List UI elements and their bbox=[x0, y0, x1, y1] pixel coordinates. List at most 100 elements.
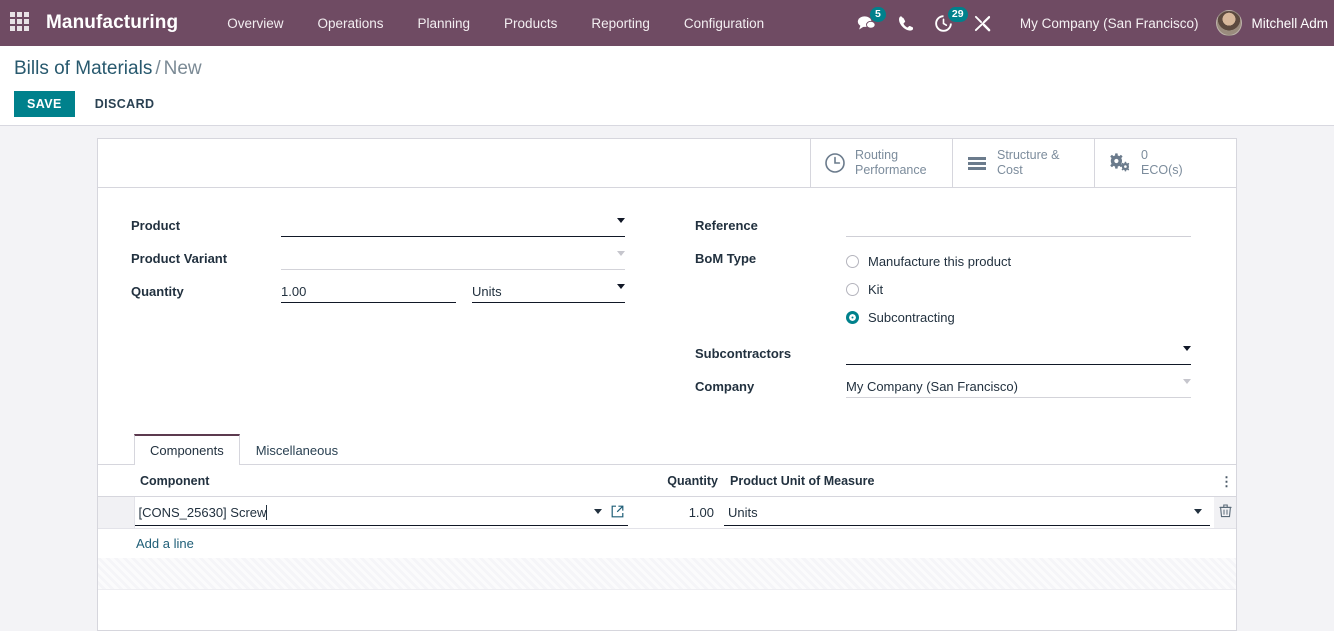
subcontractors-input[interactable] bbox=[846, 342, 1191, 365]
vertical-dots-icon: ⋮ bbox=[1220, 476, 1230, 487]
component-value: [CONS_25630] Screw bbox=[139, 505, 267, 520]
save-button[interactable]: SAVE bbox=[14, 91, 75, 117]
field-quantity-label: Quantity bbox=[131, 280, 281, 299]
product-input[interactable] bbox=[281, 214, 625, 237]
chevron-down-icon[interactable] bbox=[617, 251, 625, 256]
stat-button-routing-performance[interactable]: Routing Performance bbox=[810, 139, 952, 187]
row-drag-handle[interactable] bbox=[98, 497, 134, 529]
user-name: Mitchell Adm bbox=[1251, 16, 1328, 31]
chevron-down-icon[interactable] bbox=[617, 284, 625, 289]
uom-input[interactable]: Units bbox=[724, 500, 1210, 526]
table-header-row: Component Quantity Product Unit of Measu… bbox=[98, 465, 1236, 497]
avatar bbox=[1216, 10, 1242, 36]
radio-subcontracting[interactable]: Subcontracting bbox=[846, 303, 1191, 331]
tab-miscellaneous[interactable]: Miscellaneous bbox=[240, 434, 354, 465]
wrench-screwdriver-icon bbox=[974, 15, 991, 32]
company-switcher[interactable]: My Company (San Francisco) bbox=[1002, 16, 1213, 31]
breadcrumb: Bills of Materials/New bbox=[14, 56, 1334, 82]
chevron-down-icon[interactable] bbox=[1183, 346, 1191, 351]
cell-uom[interactable]: Units bbox=[724, 497, 1214, 529]
menu-item-configuration[interactable]: Configuration bbox=[667, 10, 781, 37]
breadcrumb-root[interactable]: Bills of Materials bbox=[14, 58, 152, 79]
radio-label: Kit bbox=[868, 282, 883, 297]
stat-button-routing-performance-label: Routing Performance bbox=[855, 148, 927, 178]
field-subcontractors-label: Subcontractors bbox=[695, 342, 846, 361]
stat-button-ecos-label: 0 ECO(s) bbox=[1141, 148, 1183, 178]
components-table: Component Quantity Product Unit of Measu… bbox=[98, 465, 1236, 529]
table-row[interactable]: [CONS_25630] Screw bbox=[98, 497, 1236, 529]
clock-icon bbox=[824, 152, 846, 174]
trash-icon bbox=[1219, 504, 1232, 518]
control-panel: Bills of Materials/New SAVE DISCARD bbox=[0, 46, 1334, 126]
form-sheet: Routing Performance Structure & Cost bbox=[97, 138, 1237, 631]
field-quantity: Quantity 1.00 Units bbox=[131, 280, 667, 308]
discard-button[interactable]: DISCARD bbox=[83, 91, 167, 117]
radio-kit[interactable]: Kit bbox=[846, 275, 1191, 303]
activities-button[interactable]: 29 bbox=[924, 0, 963, 46]
empty-row-band bbox=[98, 558, 1236, 590]
menu-item-products[interactable]: Products bbox=[487, 10, 574, 37]
bars-icon bbox=[966, 152, 988, 174]
user-menu[interactable]: Mitchell Adm bbox=[1212, 10, 1328, 36]
breadcrumb-separator: / bbox=[155, 58, 160, 79]
chevron-down-icon[interactable] bbox=[594, 509, 602, 514]
company-value: My Company (San Francisco) bbox=[846, 379, 1018, 394]
field-product: Product bbox=[131, 214, 667, 242]
apps-grid-icon[interactable] bbox=[10, 12, 32, 34]
radio-icon-selected bbox=[846, 311, 859, 324]
component-input[interactable]: [CONS_25630] Screw bbox=[135, 500, 629, 526]
field-subcontractors: Subcontractors bbox=[695, 342, 1236, 370]
cell-quantity[interactable]: 1.00 bbox=[632, 497, 724, 529]
menu-item-planning[interactable]: Planning bbox=[401, 10, 488, 37]
chevron-down-icon[interactable] bbox=[1194, 509, 1202, 514]
stat-line-1: Routing bbox=[855, 148, 927, 163]
notebook-tabs: Components Miscellaneous bbox=[98, 434, 1236, 465]
field-company-label: Company bbox=[695, 375, 846, 394]
quantity-uom-input[interactable]: Units bbox=[472, 280, 625, 303]
radio-icon bbox=[846, 283, 859, 296]
systray: 5 29 My Company (San Francisco) Mitchell… bbox=[846, 0, 1334, 46]
field-company: Company My Company (San Francisco) bbox=[695, 375, 1236, 403]
chevron-down-icon[interactable] bbox=[617, 218, 625, 223]
stat-line-1: 0 bbox=[1141, 148, 1183, 163]
stat-button-ecos[interactable]: 0 ECO(s) bbox=[1094, 139, 1236, 187]
radio-label: Subcontracting bbox=[868, 310, 955, 325]
quantity-value: 1.00 bbox=[689, 505, 714, 520]
reference-input[interactable] bbox=[846, 214, 1191, 237]
phone-icon bbox=[898, 15, 913, 31]
messages-button[interactable]: 5 bbox=[846, 0, 887, 46]
field-reference-label: Reference bbox=[695, 214, 846, 233]
menu-item-overview[interactable]: Overview bbox=[210, 10, 300, 37]
gears-icon bbox=[1108, 152, 1132, 174]
add-a-line-button[interactable]: Add a line bbox=[98, 529, 194, 558]
breadcrumb-current: New bbox=[164, 58, 202, 79]
quantity-input[interactable]: 1.00 bbox=[632, 500, 720, 526]
uom-value: Units bbox=[728, 505, 758, 520]
handle-column-header bbox=[98, 465, 134, 497]
record-actions: SAVE DISCARD bbox=[14, 91, 1334, 117]
app-name[interactable]: Manufacturing bbox=[46, 12, 178, 34]
menu-item-reporting[interactable]: Reporting bbox=[574, 10, 667, 37]
external-link-icon[interactable] bbox=[611, 505, 624, 521]
top-navbar: Manufacturing Overview Operations Planni… bbox=[0, 0, 1334, 46]
stat-line-2: Cost bbox=[997, 163, 1060, 178]
stat-line-2: Performance bbox=[855, 163, 927, 178]
notebook: Components Miscellaneous Component Quant… bbox=[98, 434, 1236, 590]
stat-button-structure-cost-label: Structure & Cost bbox=[997, 148, 1060, 178]
optional-columns-button[interactable]: ⋮ bbox=[1214, 465, 1236, 497]
chevron-down-icon[interactable] bbox=[1183, 379, 1191, 384]
page-body: Routing Performance Structure & Cost bbox=[0, 126, 1334, 631]
delete-row-button[interactable] bbox=[1214, 497, 1236, 529]
quantity-input[interactable]: 1.00 bbox=[281, 280, 456, 303]
cell-component[interactable]: [CONS_25630] Screw bbox=[134, 497, 632, 529]
radio-manufacture-this-product[interactable]: Manufacture this product bbox=[846, 247, 1191, 275]
menu-item-operations[interactable]: Operations bbox=[300, 10, 400, 37]
stat-button-structure-cost[interactable]: Structure & Cost bbox=[952, 139, 1094, 187]
form-groups: Product Product Variant bbox=[98, 188, 1236, 408]
company-input[interactable]: My Company (San Francisco) bbox=[846, 375, 1191, 398]
field-product-variant-label: Product Variant bbox=[131, 247, 281, 266]
tools-button[interactable] bbox=[963, 0, 1002, 46]
product-variant-input[interactable] bbox=[281, 247, 625, 270]
tab-components[interactable]: Components bbox=[134, 434, 240, 465]
phone-button[interactable] bbox=[887, 0, 924, 46]
